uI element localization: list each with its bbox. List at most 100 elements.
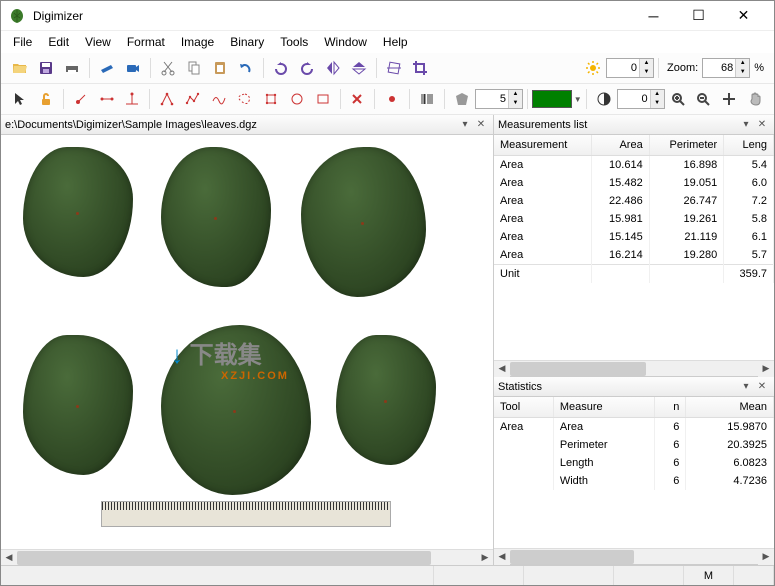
table-row[interactable]: Area15.14521.1196.1 (494, 228, 774, 246)
col-perimeter[interactable]: Perimeter (649, 135, 724, 156)
crop-button[interactable] (408, 56, 432, 80)
menubar: File Edit View Format Image Binary Tools… (1, 31, 774, 53)
menu-view[interactable]: View (77, 33, 119, 51)
image-panel-menu-icon[interactable]: ▾ (457, 117, 473, 133)
image-panel: e:\Documents\Digimizer\Sample Images\lea… (1, 115, 494, 565)
save-button[interactable] (34, 56, 58, 80)
point-tool[interactable] (69, 87, 93, 111)
flip-vertical-button[interactable] (347, 56, 371, 80)
menu-binary[interactable]: Binary (222, 33, 272, 51)
brightness-input[interactable] (607, 62, 639, 74)
closed-curve-tool[interactable] (233, 87, 257, 111)
freehand-tool[interactable] (207, 87, 231, 111)
measurements-menu-icon[interactable]: ▾ (738, 117, 754, 133)
contrast-spinner[interactable]: ▲▼ (617, 89, 665, 109)
line-width-input[interactable] (476, 93, 508, 105)
maximize-button[interactable]: ☐ (676, 1, 721, 31)
straighten-button[interactable] (382, 56, 406, 80)
open-button[interactable] (8, 56, 32, 80)
rotate-ccw-button[interactable] (269, 56, 293, 80)
col-tool[interactable]: Tool (494, 397, 553, 418)
table-row[interactable]: Area15.48219.0516.0 (494, 174, 774, 192)
perpendicular-tool[interactable] (121, 87, 145, 111)
menu-file[interactable]: File (5, 33, 40, 51)
status-cell-1 (1, 566, 434, 585)
print-button[interactable] (60, 56, 84, 80)
cut-button[interactable] (156, 56, 180, 80)
menu-format[interactable]: Format (119, 33, 173, 51)
zoom-input[interactable] (703, 62, 735, 74)
unlock-icon[interactable] (34, 87, 58, 111)
menu-window[interactable]: Window (316, 33, 375, 51)
image-panel-close-icon[interactable]: ✕ (473, 117, 489, 133)
col-n[interactable]: n (654, 397, 686, 418)
camera-button[interactable] (121, 56, 145, 80)
table-row[interactable]: Area15.98119.2615.8 (494, 210, 774, 228)
table-row[interactable]: Perimeter620.3925 (494, 436, 774, 454)
zoom-up[interactable]: ▲ (735, 59, 749, 68)
delete-marker-tool[interactable] (346, 87, 370, 111)
rectangle-tool[interactable] (311, 87, 335, 111)
menu-help[interactable]: Help (375, 33, 416, 51)
angle-tool[interactable] (155, 87, 179, 111)
zoom-in-button[interactable] (666, 87, 690, 111)
line-tool[interactable] (95, 87, 119, 111)
col-mean[interactable]: Mean (686, 397, 774, 418)
col-area[interactable]: Area (592, 135, 649, 156)
statistics-close-icon[interactable]: ✕ (754, 379, 770, 395)
table-row[interactable]: Area10.61416.8985.4 (494, 156, 774, 175)
rotate-cw-button[interactable] (295, 56, 319, 80)
copy-button[interactable] (182, 56, 206, 80)
pan-hand-button[interactable] (743, 87, 767, 111)
marker-dot-tool[interactable] (380, 87, 404, 111)
scroll-left-icon[interactable]: ◀ (1, 550, 17, 566)
brightness-up[interactable]: ▲ (639, 59, 653, 68)
circle-tool[interactable] (285, 87, 309, 111)
table-row[interactable]: Area22.48626.7477.2 (494, 192, 774, 210)
unit-row[interactable]: Unit359.7 (494, 265, 774, 284)
color-dropdown-arrow[interactable]: ▼ (574, 95, 582, 104)
zoom-spinner[interactable]: ▲▼ (702, 58, 750, 78)
undo-button[interactable] (234, 56, 258, 80)
content-area: e:\Documents\Digimizer\Sample Images\lea… (1, 115, 774, 565)
col-length[interactable]: Leng (724, 135, 774, 156)
table-row[interactable]: Length66.0823 (494, 454, 774, 472)
zoom-label: Zoom: (667, 62, 698, 74)
scroll-right-icon[interactable]: ▶ (477, 550, 493, 566)
statistics-hscrollbar[interactable]: ◀ ▶ (494, 548, 774, 564)
barcode-tool[interactable] (415, 87, 439, 111)
col-measurement[interactable]: Measurement (494, 135, 592, 156)
image-view[interactable]: ↓ 下载集XZJI.COM (1, 135, 493, 549)
measurements-hscrollbar[interactable]: ◀ ▶ (494, 360, 774, 376)
brightness-down[interactable]: ▼ (639, 68, 653, 77)
contrast-input[interactable] (618, 93, 650, 105)
zoom-down[interactable]: ▼ (735, 68, 749, 77)
brightness-spinner[interactable]: ▲▼ (606, 58, 654, 78)
table-row[interactable]: Width64.7236 (494, 472, 774, 490)
polygon-points-tool[interactable] (259, 87, 283, 111)
zoom-fit-button[interactable] (717, 87, 741, 111)
image-hscrollbar[interactable]: ◀ ▶ (1, 549, 493, 565)
col-measure[interactable]: Measure (553, 397, 654, 418)
line-width-spinner[interactable]: ▲▼ (475, 89, 523, 109)
menu-edit[interactable]: Edit (40, 33, 77, 51)
scanner-button[interactable] (95, 56, 119, 80)
arrow-tool[interactable] (8, 87, 32, 111)
fill-color-swatch[interactable] (532, 90, 572, 108)
flip-horizontal-button[interactable] (321, 56, 345, 80)
zoom-unit: % (754, 62, 764, 74)
toolbar-tools: ▲▼ ▼ ▲▼ (1, 84, 774, 115)
paste-button[interactable] (208, 56, 232, 80)
menu-image[interactable]: Image (173, 33, 222, 51)
table-row[interactable]: AreaArea615.9870 (494, 418, 774, 437)
minimize-button[interactable]: ─ (631, 1, 676, 31)
path-tool[interactable] (181, 87, 205, 111)
measurements-close-icon[interactable]: ✕ (754, 117, 770, 133)
menu-tools[interactable]: Tools (272, 33, 316, 51)
zoom-out-button[interactable] (691, 87, 715, 111)
statistics-menu-icon[interactable]: ▾ (738, 379, 754, 395)
table-row[interactable]: Area16.21419.2805.7 (494, 246, 774, 265)
statistics-panel: Statistics ▾ ✕ Tool Measure n Mean AreaA… (494, 377, 774, 565)
tag-icon[interactable] (450, 87, 474, 111)
close-button[interactable]: ✕ (721, 1, 766, 31)
